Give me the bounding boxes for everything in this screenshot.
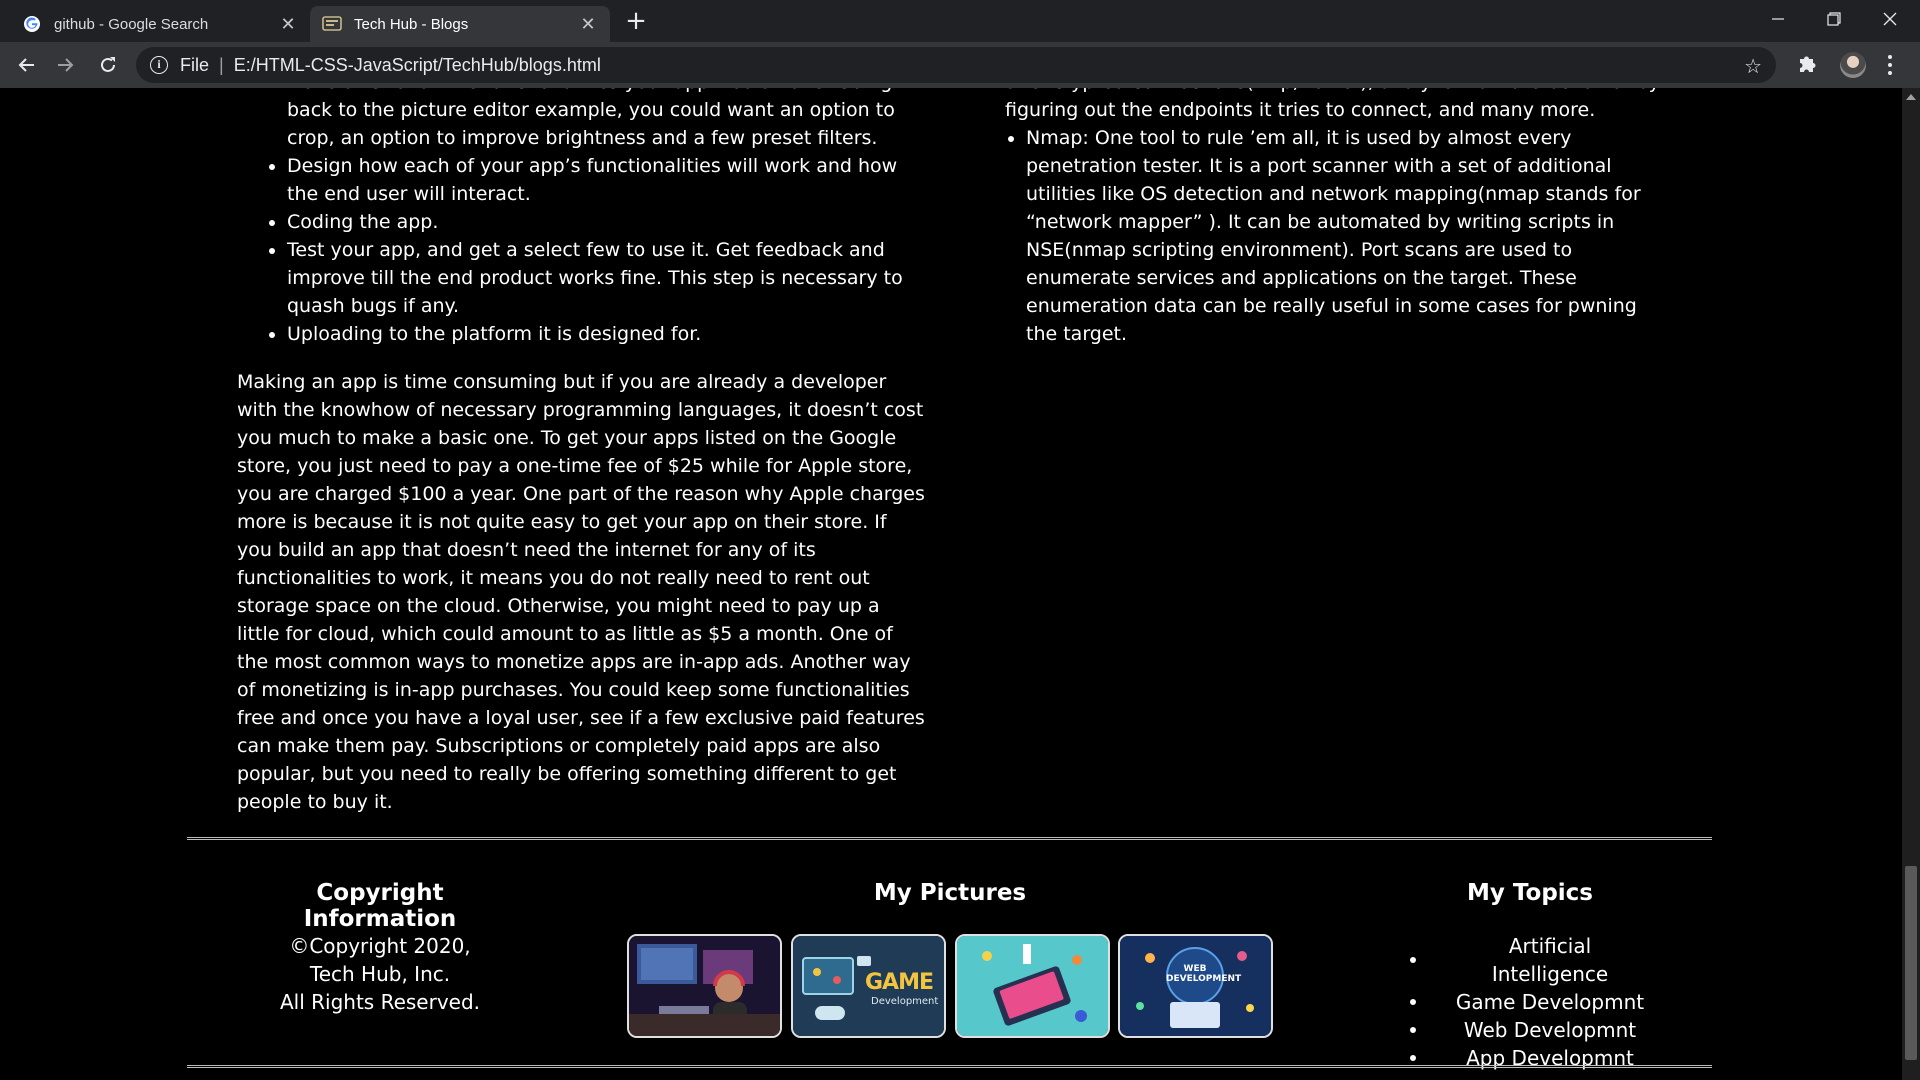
- address-bar[interactable]: i File | E:/HTML-CSS-JavaScript/TechHub/…: [136, 47, 1776, 83]
- page-scrollbar[interactable]: [1902, 88, 1920, 1080]
- url-text: E:/HTML-CSS-JavaScript/TechHub/blogs.htm…: [233, 54, 601, 75]
- arrow-right-icon: [58, 58, 74, 72]
- topic-link[interactable]: Game Developmnt: [1450, 988, 1650, 1016]
- reload-icon: [101, 57, 115, 72]
- star-icon[interactable]: ☆: [1744, 54, 1762, 79]
- copyright-line: Tech Hub, Inc.: [309, 962, 451, 986]
- blog-paragraph-continued: unencrypted connections(http, telnet), a…: [1005, 88, 1660, 121]
- game-development-graphic[interactable]: GAME Development: [791, 934, 946, 1038]
- game-graphic-subtitle: Development: [871, 996, 939, 1007]
- minimize-button[interactable]: [1750, 0, 1806, 38]
- copyright-line: All Rights Reserved.: [279, 990, 481, 1014]
- app-development-graphic[interactable]: [955, 934, 1110, 1038]
- scroll-up-icon[interactable]: [1906, 94, 1916, 100]
- arrow-left-icon: [18, 58, 34, 72]
- forward-button[interactable]: [50, 49, 82, 81]
- page-viewport: Make a list of all the functionalities y…: [0, 88, 1902, 1080]
- browser-title-bar: github - Google Search ✕ Tech Hub - Blog…: [0, 0, 1920, 42]
- new-tab-button[interactable]: +: [622, 8, 650, 36]
- left-blog-column: Make a list of all the functionalities y…: [237, 88, 927, 816]
- list-item: Game Developmnt: [1400, 988, 1660, 1016]
- back-button[interactable]: [10, 49, 42, 81]
- restore-button[interactable]: [1806, 0, 1862, 38]
- topic-link[interactable]: Web Developmnt: [1450, 1016, 1650, 1044]
- close-icon: [1883, 12, 1897, 26]
- browser-toolbar: i File | E:/HTML-CSS-JavaScript/TechHub/…: [0, 42, 1920, 88]
- list-item: Coding the app.: [287, 208, 927, 236]
- tab-tech-hub-blogs[interactable]: Tech Hub - Blogs ✕: [310, 6, 610, 42]
- blog-paragraph: Making an app is time consuming but if y…: [237, 371, 925, 813]
- footer-top-divider: [187, 837, 1712, 840]
- list-item: Uploading to the platform it is designed…: [287, 320, 927, 348]
- app-steps-list: Make a list of all the functionalities y…: [287, 88, 927, 348]
- gamer-photo[interactable]: [627, 934, 782, 1038]
- url-scheme: File: [180, 54, 210, 75]
- list-item: Design how each of your app’s functional…: [287, 152, 927, 208]
- close-window-button[interactable]: [1862, 0, 1918, 38]
- restore-icon: [1827, 12, 1841, 26]
- tab-title: Tech Hub - Blogs: [354, 15, 469, 33]
- footer-bottom-divider: [187, 1065, 1712, 1068]
- web-development-graphic[interactable]: WEB DEVELOPMENT: [1118, 934, 1273, 1038]
- list-item: Web Developmnt: [1400, 1016, 1660, 1044]
- google-g-icon: [22, 14, 42, 34]
- tab-title: github - Google Search: [54, 15, 209, 33]
- tools-list: Nmap: One tool to rule ’em all, it is us…: [1026, 124, 1665, 348]
- kebab-menu-icon[interactable]: [1884, 53, 1896, 77]
- game-graphic-title: GAME: [865, 970, 934, 995]
- right-blog-column: unencrypted connections(http, telnet), a…: [1005, 88, 1665, 348]
- url-separator: |: [219, 54, 224, 75]
- pictures-heading: My Pictures: [873, 880, 1027, 906]
- tab-google-search[interactable]: github - Google Search ✕: [10, 6, 310, 42]
- close-icon[interactable]: ✕: [578, 14, 598, 34]
- copyright-heading: Copyright Information: [303, 880, 457, 932]
- minimize-icon: [1772, 18, 1784, 20]
- copyright-line: ©Copyright 2020,: [289, 934, 471, 958]
- list-item: Artificial Intelligence: [1400, 932, 1660, 988]
- list-item: Make a list of all the functionalities y…: [287, 88, 927, 152]
- list-item: Test your app, and get a select few to u…: [287, 236, 927, 320]
- scrollbar-thumb[interactable]: [1905, 866, 1917, 1060]
- topics-list: Artificial Intelligence Game Developmnt …: [1400, 932, 1660, 1072]
- copyright-text: ©Copyright 2020, Tech Hub, Inc. All Righ…: [240, 932, 520, 1016]
- page-icon: [322, 14, 342, 34]
- info-icon[interactable]: i: [150, 56, 168, 74]
- close-icon[interactable]: ✕: [278, 14, 298, 34]
- puzzle-icon[interactable]: [1796, 53, 1820, 77]
- web-graphic-title: WEB DEVELOPMENT: [1166, 964, 1242, 984]
- topic-link[interactable]: Artificial Intelligence: [1450, 932, 1650, 988]
- reload-button[interactable]: [92, 49, 124, 81]
- topics-heading: My Topics: [1467, 880, 1593, 906]
- avatar[interactable]: [1840, 52, 1866, 78]
- list-item: Nmap: One tool to rule ’em all, it is us…: [1026, 124, 1665, 348]
